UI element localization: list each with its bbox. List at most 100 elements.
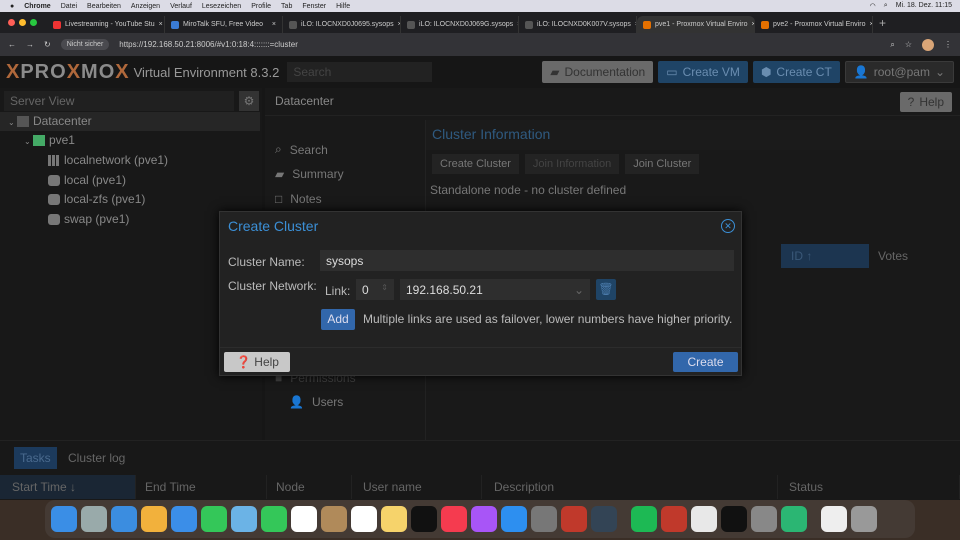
column-start-time[interactable]: Start Time ↓ <box>0 475 136 499</box>
dock-app-icon[interactable] <box>351 506 377 532</box>
browser-tab[interactable]: Livestreaming - YouTube Stu × <box>47 16 165 33</box>
url-field[interactable]: https://192.168.50.21:8006/#v1:0:18:4:::… <box>119 40 298 49</box>
dock-app-icon[interactable] <box>411 506 437 532</box>
global-search-input[interactable]: Search <box>287 62 433 82</box>
join-information-button[interactable]: Join Information <box>524 154 620 174</box>
dock-app-icon[interactable] <box>321 506 347 532</box>
dialog-help-button[interactable]: ❓ Help <box>224 352 290 372</box>
tree-item-pve1[interactable]: ⌄ pve1 <box>0 131 260 150</box>
column-description[interactable]: Description <box>482 475 778 499</box>
browser-tab[interactable]: iLO: ILOCNXD0J0695.sysops× <box>283 16 401 33</box>
dock-app-icon[interactable] <box>141 506 167 532</box>
dock-app-icon[interactable] <box>531 506 557 532</box>
browser-tab[interactable]: pve2 - Proxmox Virtual Enviro× <box>755 16 873 33</box>
gear-icon[interactable]: ⚙ <box>239 91 259 111</box>
menu-hilfe[interactable]: Hilfe <box>336 3 350 10</box>
link-address-combo[interactable]: 192.168.50.21 ⌄ <box>400 279 590 300</box>
create-vm-button[interactable]: ▭ Create VM <box>658 61 748 83</box>
dock-app-icon[interactable] <box>171 506 197 532</box>
close-window-icon[interactable] <box>8 19 15 26</box>
menu-datei[interactable]: Datei <box>61 3 77 10</box>
close-icon[interactable]: ✕ <box>721 219 735 233</box>
join-cluster-button[interactable]: Join Cluster <box>625 154 700 174</box>
security-badge[interactable]: Nicht sicher <box>60 39 110 50</box>
menu-bearbeiten[interactable]: Bearbeiten <box>87 3 121 10</box>
browser-menu-icon[interactable]: ⋮ <box>944 40 960 49</box>
reload-icon[interactable]: ↻ <box>44 40 51 49</box>
dock-app-icon[interactable] <box>291 506 317 532</box>
add-link-button[interactable]: Add <box>321 309 355 330</box>
bookmark-star-icon[interactable]: ☆ <box>905 40 912 49</box>
browser-tab[interactable]: iLO: ILOCNXD0K007V.sysops× <box>519 16 637 33</box>
dock-app-icon[interactable] <box>781 506 807 532</box>
tree-item-local-zfs[interactable]: local-zfs (pve1) <box>0 190 260 209</box>
dock-app-icon[interactable] <box>661 506 687 532</box>
dock-app-icon[interactable] <box>691 506 717 532</box>
dock-app-icon[interactable] <box>851 506 877 532</box>
clock[interactable]: Mi. 18. Dez. 11:15 <box>896 2 952 10</box>
user-menu-button[interactable]: 👤 root@pam ⌄ <box>844 61 954 83</box>
zoom-icon[interactable]: ⌕ <box>890 40 894 50</box>
dock-app-icon[interactable] <box>561 506 587 532</box>
nav-search[interactable]: ⌕ Search <box>275 142 328 157</box>
menu-anzeigen[interactable]: Anzeigen <box>131 3 160 10</box>
dock-app-icon[interactable] <box>381 506 407 532</box>
column-votes[interactable]: Votes <box>878 244 908 268</box>
tree-item-local[interactable]: local (pve1) <box>0 171 260 190</box>
column-node[interactable]: Node <box>264 475 352 499</box>
create-cluster-button[interactable]: Create Cluster <box>432 154 519 174</box>
dock-app-icon[interactable] <box>721 506 747 532</box>
help-button[interactable]: ? Help <box>899 92 952 112</box>
back-icon[interactable]: ← <box>8 40 16 49</box>
dock-app-icon[interactable] <box>501 506 527 532</box>
menu-lesezeichen[interactable]: Lesezeichen <box>202 3 241 10</box>
dock-app-icon[interactable] <box>471 506 497 532</box>
menu-verlauf[interactable]: Verlauf <box>170 3 192 10</box>
dock-app-icon[interactable] <box>231 506 257 532</box>
column-user-name[interactable]: User name <box>351 475 482 499</box>
maximize-window-icon[interactable] <box>30 19 37 26</box>
menu-profile[interactable]: Profile <box>251 3 271 10</box>
dock-app-icon[interactable] <box>51 506 77 532</box>
minimize-window-icon[interactable] <box>19 19 26 26</box>
dock-app-icon[interactable] <box>111 506 137 532</box>
view-selector[interactable]: Server View <box>4 91 234 111</box>
browser-tab[interactable]: pve1 - Proxmox Virtual Enviro× <box>637 16 755 33</box>
new-tab-button[interactable]: + <box>879 16 886 30</box>
dock-app-icon[interactable] <box>631 506 657 532</box>
browser-tab[interactable]: iLO: ILOCNXD0J069G.sysops× <box>401 16 519 33</box>
dock-app-icon[interactable] <box>261 506 287 532</box>
menu-fenster[interactable]: Fenster <box>302 3 326 10</box>
tab-cluster-log[interactable]: Cluster log <box>68 447 125 469</box>
nav-summary[interactable]: ▰ Summary <box>275 167 344 181</box>
close-tab-icon[interactable]: × <box>272 21 276 28</box>
dock-app-icon[interactable] <box>441 506 467 532</box>
nav-users[interactable]: 👤 Users <box>289 395 343 409</box>
documentation-button[interactable]: ▰ Documentation <box>542 61 654 83</box>
wifi-icon[interactable]: ◠ <box>870 2 876 10</box>
column-end-time[interactable]: End Time <box>133 475 267 499</box>
tree-item-datacenter[interactable]: ⌄ Datacenter <box>0 112 260 131</box>
browser-tab[interactable]: MiroTalk SFU, Free Video × <box>165 16 283 33</box>
link-number-spinner[interactable]: 0 ⇕ <box>356 279 394 300</box>
nav-notes[interactable]: □ Notes <box>275 192 322 206</box>
apple-icon[interactable]: ● <box>10 3 14 10</box>
tab-tasks[interactable]: Tasks <box>14 447 57 469</box>
dock-app-icon[interactable] <box>201 506 227 532</box>
column-status[interactable]: Status <box>777 475 960 499</box>
profile-avatar[interactable] <box>922 38 934 51</box>
menu-app[interactable]: Chrome <box>24 3 50 10</box>
create-ct-button[interactable]: ⬢ Create CT <box>752 61 840 83</box>
cluster-name-input[interactable]: sysops <box>320 250 734 271</box>
search-icon[interactable]: ⌕ <box>884 2 888 10</box>
close-tab-icon[interactable]: × <box>159 21 163 28</box>
dock-app-icon[interactable] <box>81 506 107 532</box>
dock-app-icon[interactable] <box>591 506 617 532</box>
create-button[interactable]: Create <box>673 352 738 372</box>
menu-tab[interactable]: Tab <box>281 3 292 10</box>
dock-app-icon[interactable] <box>751 506 777 532</box>
forward-icon[interactable]: → <box>26 40 34 49</box>
tree-item-localnetwork[interactable]: localnetwork (pve1) <box>0 151 260 170</box>
column-id[interactable]: ID ↑ <box>781 244 869 268</box>
delete-link-trash-icon[interactable]: 🗑 <box>596 279 616 300</box>
